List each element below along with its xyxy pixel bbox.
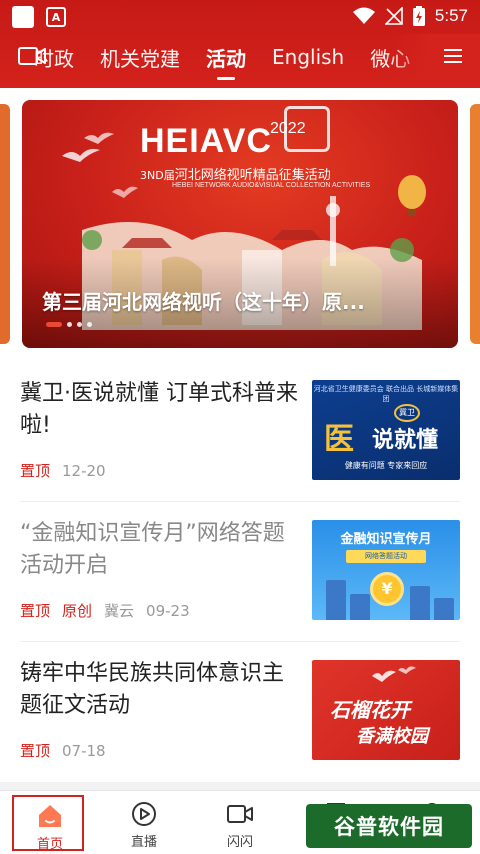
news-thumbnail[interactable]: 河北省卫生健康委员会 联合出品 长城新媒体集团 冀卫 医 说就懂 健康有问题 专… [312,380,460,480]
news-meta: 置顶 原创 冀云 09-23 [20,600,190,621]
banner-subtitle: 3ND届河北网络视听精品征集活动 [140,168,331,183]
news-item[interactable]: “金融知识宣传月”网络答题活动开启 置顶 原创 冀云 09-23 金融知识宣传月… [20,502,460,642]
app-notification-icon: A [46,7,66,27]
news-item[interactable]: 铸牢中华民族共同体意识主题征文活动 置顶 07-18 石榴花开 香满校园 [20,642,460,782]
news-meta: 置顶 12-20 [20,460,106,481]
carousel-dot [67,322,72,327]
news-date: 12-20 [62,461,106,480]
carousel-dot [46,322,62,327]
channel-tabs: 时政 机关党建 活动 English 微心 [34,34,436,80]
video-camera-icon [227,805,253,823]
news-thumbnail[interactable]: 石榴花开 香满校园 [312,660,460,760]
bird-icon [372,666,416,682]
banner-carousel[interactable]: HEIAVC 2022 3ND届河北网络视听精品征集活动 HEBEI NETWO… [0,100,480,348]
banner-subtitle-en: HEBEI NETWORK AUDIO&VISUAL COLLECTION AC… [172,182,371,189]
battery-icon [412,6,425,26]
news-date: 07-18 [62,741,106,760]
carousel-dot [87,322,92,327]
channel-bar: 时政 机关党建 活动 English 微心 [0,34,480,80]
original-tag: 原创 [62,602,93,620]
coin-icon: ¥ [370,572,404,606]
nav-home[interactable]: 首页 [12,795,84,852]
nav-flash[interactable]: 闪闪 [204,795,276,851]
news-source: 冀云 [104,602,135,620]
status-bar: A 5:57 [0,0,480,34]
news-title[interactable]: “金融知识宣传月”网络答题活动开启 [20,518,300,582]
prev-banner-peek[interactable] [0,104,10,344]
news-thumbnail[interactable]: 金融知识宣传月 网络答题活动 ¥ [312,520,460,620]
watermark: 谷普软件园 [306,804,472,848]
tab-politics[interactable]: 时政 [34,43,74,72]
carousel-dot [77,322,82,327]
pinned-tag: 置顶 [20,462,51,480]
pinned-tag: 置顶 [20,602,51,620]
tab-party-building[interactable]: 机关党建 [100,43,180,72]
tab-activities[interactable]: 活动 [206,43,246,80]
news-date: 09-23 [146,601,190,620]
next-banner-peek[interactable] [470,104,480,344]
hamburger-menu-icon[interactable] [444,48,462,64]
home-icon [39,805,61,827]
tab-english[interactable]: English [272,45,344,69]
play-circle-icon [132,802,156,826]
news-meta: 置顶 07-18 [20,740,106,761]
news-item[interactable]: 冀卫·医说就懂 订单式科普来啦! 置顶 12-20 河北省卫生健康委员会 联合出… [20,362,460,502]
pinned-tag: 置顶 [20,742,51,760]
status-time: 5:57 [434,6,468,25]
no-signal-icon [384,7,403,25]
news-title[interactable]: 铸牢中华民族共同体意识主题征文活动 [20,658,300,722]
news-list: 冀卫·医说就懂 订单式科普来啦! 置顶 12-20 河北省卫生健康委员会 联合出… [0,362,480,782]
banner-logo-text: HEIAVC [140,122,272,160]
banner-logo-year: 2022 [270,120,306,137]
notification-square-icon [12,6,34,28]
wifi-icon [352,7,375,24]
news-title[interactable]: 冀卫·医说就懂 订单式科普来啦! [20,378,300,442]
nav-live[interactable]: 直播 [108,795,180,851]
banner-title[interactable]: 第三届河北网络视听（这十年）原... [42,286,365,315]
banner-slide[interactable]: HEIAVC 2022 3ND届河北网络视听精品征集活动 HEBEI NETWO… [22,100,458,348]
carousel-indicator [46,322,92,327]
app-header: A 5:57 时政 机关党建 活动 English [0,0,480,88]
